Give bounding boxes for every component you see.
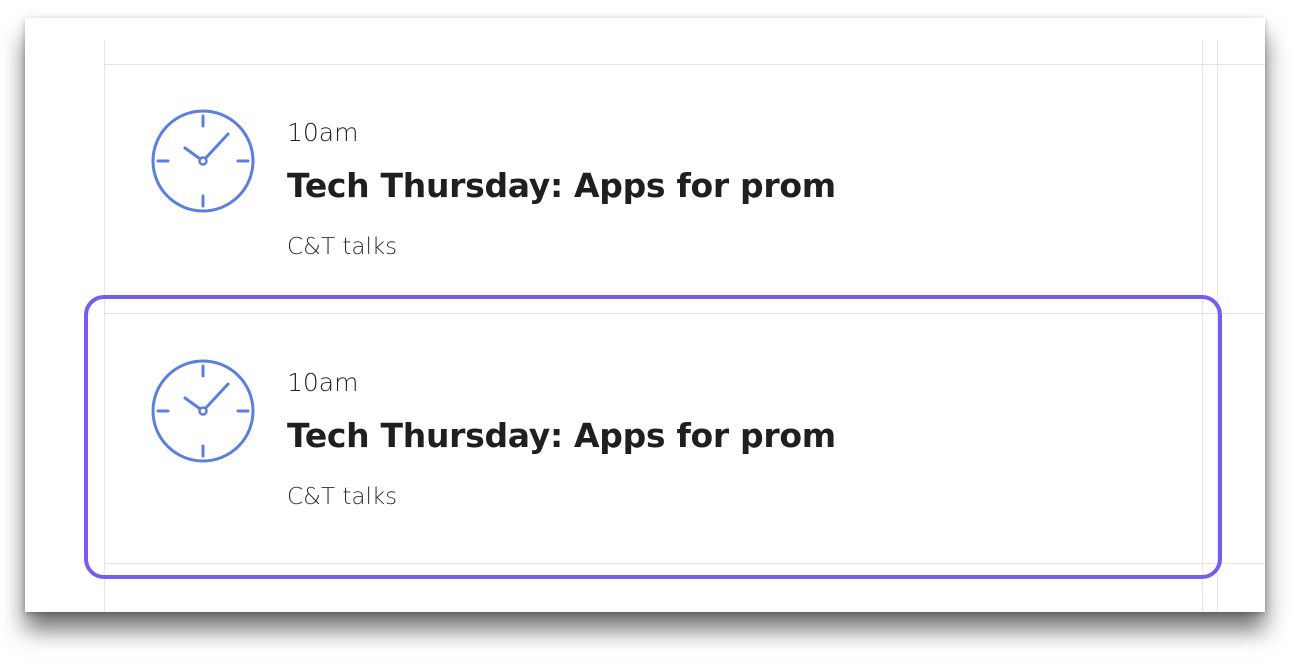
clock-icon <box>151 109 255 213</box>
event-category: C&T talks <box>287 234 398 260</box>
event-time: 10am <box>287 118 359 147</box>
clock-icon <box>151 359 255 463</box>
event-title: Tech Thursday: Apps for prom <box>287 166 836 205</box>
column-divider <box>1217 40 1218 612</box>
row-divider <box>104 64 1265 65</box>
event-item[interactable]: 10am Tech Thursday: Apps for prom C&T ta… <box>105 88 1205 288</box>
event-item[interactable]: 10am Tech Thursday: Apps for prom C&T ta… <box>105 338 1205 538</box>
row-divider <box>104 563 1265 564</box>
event-category: C&T talks <box>287 484 398 510</box>
event-list-panel: 10am Tech Thursday: Apps for prom C&T ta… <box>25 18 1265 612</box>
event-time: 10am <box>287 368 359 397</box>
event-title: Tech Thursday: Apps for prom <box>287 416 836 455</box>
row-divider <box>104 313 1265 314</box>
